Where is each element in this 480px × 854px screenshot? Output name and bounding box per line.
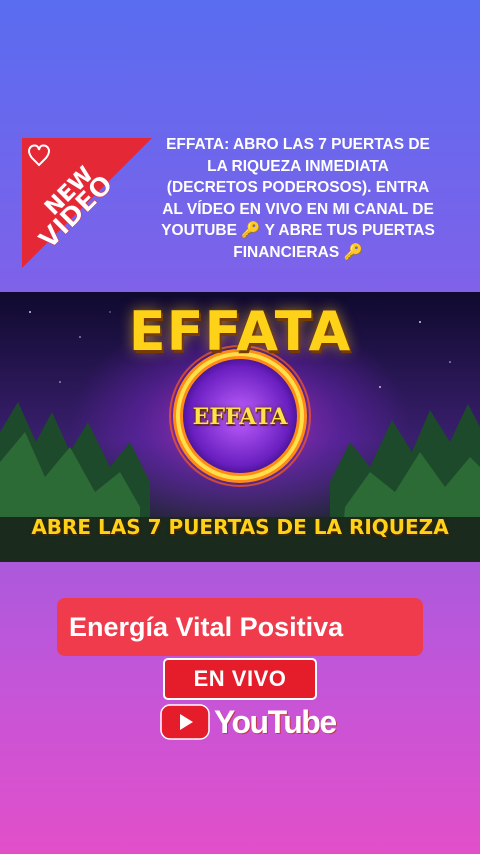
youtube-wordmark: YouTube	[214, 703, 337, 740]
youtube-logo: YouTube	[160, 702, 337, 742]
live-badge: EN VIVO	[163, 658, 317, 700]
thumbnail-ring-label: EFFATA	[192, 404, 288, 430]
thumbnail-title: EFFATA	[128, 300, 352, 363]
video-thumbnail[interactable]: EFFATA EFFATA ABRE LAS 7 PUERTAS DE LA R…	[0, 292, 480, 562]
youtube-play-icon	[160, 704, 210, 740]
thumbnail-subtitle: ABRE LAS 7 PUERTAS DE LA RIQUEZA	[31, 515, 449, 539]
new-video-badge: NEW VIDEO	[22, 138, 152, 268]
channel-name: Energía Vital Positiva	[57, 598, 423, 656]
headline-text: EFFATA: ABRO LAS 7 PUERTAS DE LA RIQUEZA…	[161, 136, 435, 261]
